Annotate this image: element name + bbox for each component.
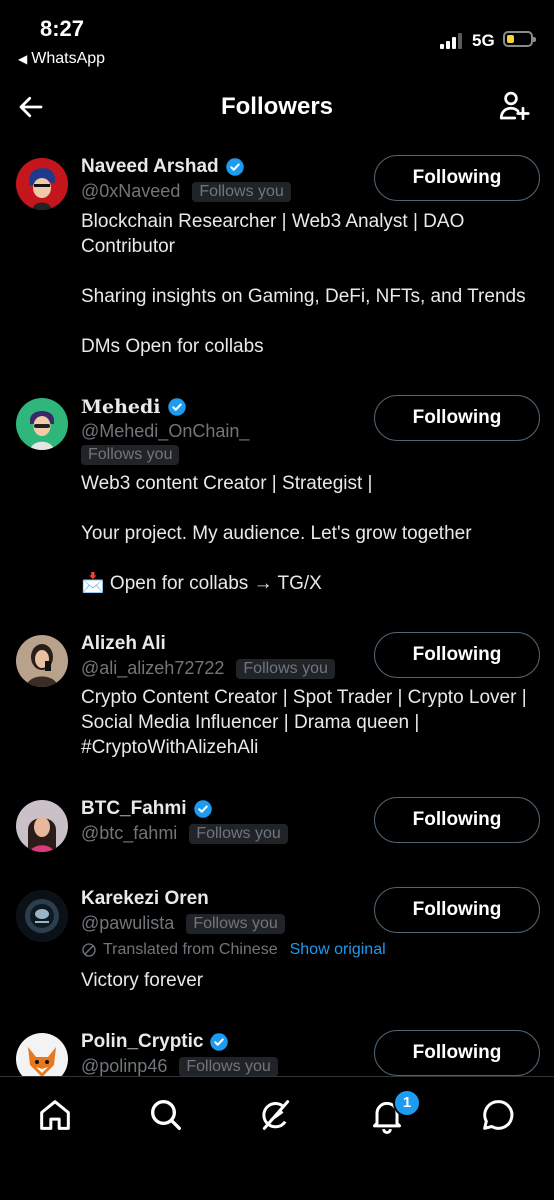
- verified-badge-icon: [193, 800, 212, 818]
- add-user-icon[interactable]: [496, 88, 532, 124]
- avatar[interactable]: [16, 158, 68, 210]
- following-button[interactable]: Following: [374, 797, 540, 843]
- follows-you-badge: Follows you: [236, 658, 335, 679]
- battery-icon: [503, 31, 536, 47]
- user-name[interactable]: Karekezi Oren: [81, 888, 209, 910]
- user-handle: @Mehedi_OnChain_: [81, 421, 250, 441]
- user-name[interactable]: Naveed Arshad: [81, 156, 219, 178]
- avatar[interactable]: [16, 398, 68, 450]
- notification-badge: 1: [393, 1089, 421, 1117]
- avatar[interactable]: [16, 635, 68, 687]
- user-bio: Victory forever: [81, 970, 204, 991]
- user-name[interactable]: 𝐌𝐞𝐡𝐞𝐝𝐢: [81, 396, 161, 418]
- following-button[interactable]: Following: [374, 1030, 540, 1076]
- bottom-tab-bar: [0, 1076, 554, 1200]
- signal-icon: [440, 33, 466, 49]
- verified-badge-icon: [225, 158, 244, 176]
- follows-you-badge: Follows you: [189, 823, 288, 844]
- back-app-label: WhatsApp: [31, 50, 106, 67]
- status-bar: 8:27 ◀ WhatsApp 5G: [0, 0, 554, 80]
- back-triangle-icon: ◀: [18, 52, 28, 66]
- user-handle: @ali_alizeh72722: [81, 658, 225, 678]
- user-bio: Crypto Content Creator | Spot Trader | C…: [81, 687, 527, 758]
- back-to-app-link[interactable]: ◀ WhatsApp: [18, 50, 105, 68]
- following-button[interactable]: Following: [374, 632, 540, 678]
- translated-label: Translated from Chinese: [103, 941, 278, 958]
- network-type: 5G: [472, 31, 495, 50]
- follows-you-badge: Follows you: [186, 913, 285, 934]
- following-button[interactable]: Following: [374, 395, 540, 441]
- verified-badge-icon: [167, 398, 186, 416]
- messages-icon[interactable]: [478, 1095, 518, 1135]
- home-icon[interactable]: [35, 1095, 75, 1135]
- search-icon[interactable]: [146, 1095, 186, 1135]
- avatar[interactable]: [16, 890, 68, 942]
- follows-you-badge: Follows you: [179, 1056, 278, 1077]
- user-bio: Blockchain Researcher | Web3 Analyst | D…: [81, 211, 526, 357]
- following-button[interactable]: Following: [374, 155, 540, 201]
- user-handle: @pawulista: [81, 913, 175, 933]
- following-button[interactable]: Following: [374, 887, 540, 933]
- user-name[interactable]: Polin_Cryptic: [81, 1031, 203, 1053]
- verified-badge-icon: [210, 1033, 229, 1051]
- follows-you-badge: Follows you: [81, 445, 180, 465]
- translate-icon: [82, 943, 96, 957]
- show-original-link[interactable]: Show original: [290, 941, 386, 959]
- status-time: 8:27: [40, 16, 85, 41]
- page-title: Followers: [220, 93, 334, 120]
- grok-icon[interactable]: [256, 1095, 296, 1135]
- user-handle: @polinp46: [81, 1056, 168, 1076]
- avatar[interactable]: [16, 800, 68, 852]
- follows-you-badge: Follows you: [192, 181, 291, 202]
- user-bio: Web3 content Creator | Strategist | Your…: [81, 473, 472, 594]
- user-handle: @0xNaveed: [81, 181, 181, 201]
- user-handle: @btc_fahmi: [81, 823, 178, 843]
- page-header: Followers: [0, 80, 554, 136]
- user-name[interactable]: Alizeh Ali: [81, 633, 166, 655]
- user-name[interactable]: BTC_Fahmi: [81, 798, 187, 820]
